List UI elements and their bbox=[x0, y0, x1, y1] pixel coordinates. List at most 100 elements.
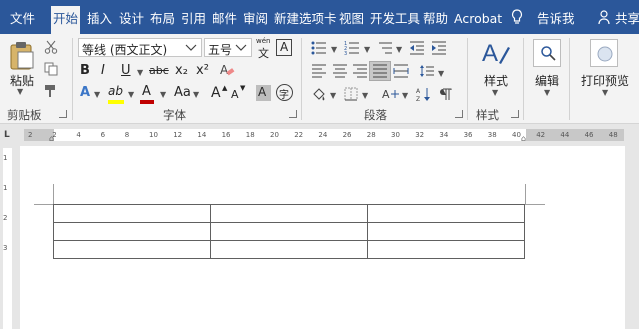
clipboard-launcher-icon[interactable] bbox=[59, 110, 67, 118]
font-size-select[interactable]: 五号 bbox=[204, 38, 252, 57]
borders-dropdown-icon[interactable]: ▼ bbox=[362, 91, 368, 100]
align-right-icon[interactable] bbox=[352, 64, 368, 81]
font-color-dropdown-icon[interactable]: ▼ bbox=[160, 90, 166, 99]
highlight-dropdown-icon[interactable]: ▼ bbox=[128, 90, 134, 99]
table-cell[interactable] bbox=[367, 204, 525, 223]
tab-layout[interactable]: 布局 bbox=[150, 6, 175, 34]
share-person-icon[interactable] bbox=[598, 9, 612, 29]
share-button[interactable]: 共享 bbox=[615, 6, 639, 34]
document-page[interactable] bbox=[20, 146, 625, 329]
clear-formatting-icon[interactable]: A bbox=[219, 62, 235, 81]
character-border-button[interactable]: A bbox=[276, 39, 292, 56]
subscript-button[interactable]: x₂ bbox=[175, 63, 188, 78]
borders-icon[interactable] bbox=[344, 87, 358, 104]
table-cell[interactable] bbox=[210, 204, 368, 223]
bullets-icon[interactable] bbox=[311, 41, 327, 58]
tab-acrobat[interactable]: Acrobat bbox=[454, 6, 502, 34]
change-case-dropdown-icon[interactable]: ▼ bbox=[193, 90, 199, 99]
styles-button[interactable]: 样式 bbox=[484, 72, 508, 89]
table-cell[interactable] bbox=[210, 222, 368, 241]
paste-dropdown-icon[interactable]: ▼ bbox=[17, 87, 23, 96]
bullets-dropdown-icon[interactable]: ▼ bbox=[331, 45, 337, 54]
italic-button[interactable]: I bbox=[101, 63, 105, 78]
tab-file[interactable]: 文件 bbox=[10, 6, 35, 34]
tab-references[interactable]: 引用 bbox=[181, 6, 206, 34]
numbering-icon[interactable]: 123 bbox=[344, 41, 360, 58]
multilevel-dropdown-icon[interactable]: ▼ bbox=[396, 45, 402, 54]
table-cell[interactable] bbox=[53, 222, 211, 241]
horizontal-ruler[interactable]: L 2 2 4 6 8 10 12 14 16 18 20 22 24 26 28 30 32 34 36 38 40 4… bbox=[0, 124, 639, 146]
highlight-button[interactable]: ab bbox=[108, 84, 123, 98]
print-preview-dropdown-icon[interactable]: ▼ bbox=[602, 88, 608, 97]
print-preview-tile[interactable] bbox=[590, 39, 618, 67]
paragraph-launcher-icon[interactable] bbox=[455, 110, 463, 118]
sort-icon[interactable]: AZ bbox=[416, 86, 432, 105]
tab-view[interactable]: 视图 bbox=[339, 6, 364, 34]
lightbulb-icon[interactable] bbox=[511, 9, 523, 29]
strikethrough-button[interactable]: abc bbox=[149, 64, 169, 77]
editing-dropdown-icon[interactable]: ▼ bbox=[544, 88, 550, 97]
tab-insert[interactable]: 插入 bbox=[87, 6, 112, 34]
align-left-icon[interactable] bbox=[311, 64, 327, 81]
vertical-ruler[interactable]: 1 1 2 3 bbox=[0, 146, 14, 329]
styles-launcher-icon[interactable] bbox=[511, 110, 519, 118]
grow-font-button[interactable]: A bbox=[211, 85, 221, 101]
text-effects-button[interactable]: A bbox=[80, 85, 90, 100]
shrink-font-button[interactable]: A bbox=[231, 88, 239, 101]
table-cell[interactable] bbox=[367, 222, 525, 241]
phonetic-guide-button[interactable]: wén 文 bbox=[255, 37, 273, 60]
underline-button[interactable]: U bbox=[121, 63, 131, 78]
styles-dropdown-icon[interactable]: ▼ bbox=[492, 88, 498, 97]
superscript-button[interactable]: x² bbox=[196, 63, 209, 78]
editing-button[interactable]: 编辑 bbox=[535, 72, 559, 89]
table-cell[interactable] bbox=[53, 240, 211, 259]
table-cell[interactable] bbox=[367, 240, 525, 259]
font-color-button[interactable]: A bbox=[142, 84, 151, 99]
line-spacing-dropdown-icon[interactable]: ▼ bbox=[438, 69, 444, 78]
font-name-select[interactable]: 等线 (西文正文) bbox=[78, 38, 202, 57]
justify-button[interactable] bbox=[369, 61, 391, 81]
tab-mailings[interactable]: 邮件 bbox=[212, 6, 237, 34]
tell-me-search[interactable]: 告诉我 bbox=[537, 6, 575, 34]
tab-home[interactable]: 开始 bbox=[51, 6, 81, 34]
align-center-icon[interactable] bbox=[332, 64, 348, 81]
styles-gallery-icon[interactable]: A bbox=[481, 39, 511, 72]
table-cell[interactable] bbox=[210, 240, 368, 259]
table-row bbox=[53, 204, 525, 223]
tab-review[interactable]: 审阅 bbox=[243, 6, 268, 34]
line-spacing-icon[interactable] bbox=[419, 64, 435, 81]
tab-developer[interactable]: 开发工具 bbox=[370, 6, 420, 34]
copy-icon[interactable] bbox=[44, 62, 58, 79]
multilevel-list-icon[interactable] bbox=[377, 41, 393, 58]
print-preview-button[interactable]: 打印预览 bbox=[581, 72, 629, 89]
left-indent-marker-icon[interactable]: ⌂ bbox=[49, 134, 54, 143]
shading-dropdown-icon[interactable]: ▼ bbox=[330, 91, 336, 100]
text-effects-dropdown-icon[interactable]: ▼ bbox=[94, 90, 100, 99]
editing-search-button[interactable] bbox=[533, 39, 561, 67]
chinese-layout-icon[interactable]: A bbox=[382, 86, 400, 105]
tab-selector-icon[interactable]: L bbox=[4, 130, 10, 140]
enclose-characters-button[interactable]: 字 bbox=[276, 84, 293, 101]
change-case-button[interactable]: Aa bbox=[174, 85, 191, 100]
decrease-indent-icon[interactable] bbox=[409, 41, 425, 58]
paste-icon[interactable] bbox=[9, 40, 35, 73]
show-marks-icon[interactable] bbox=[440, 87, 454, 104]
right-indent-marker-icon[interactable]: ⌂ bbox=[521, 134, 526, 143]
styles-group-label: 样式 bbox=[476, 108, 499, 122]
bold-button[interactable]: B bbox=[80, 63, 90, 78]
underline-dropdown-icon[interactable]: ▼ bbox=[137, 68, 143, 77]
document-table[interactable] bbox=[53, 204, 525, 259]
increase-indent-icon[interactable] bbox=[431, 41, 447, 58]
distributed-icon[interactable] bbox=[393, 64, 409, 81]
table-cell[interactable] bbox=[53, 204, 211, 223]
numbering-dropdown-icon[interactable]: ▼ bbox=[364, 45, 370, 54]
tab-design[interactable]: 设计 bbox=[119, 6, 144, 34]
format-painter-icon[interactable] bbox=[44, 84, 58, 101]
tab-help[interactable]: 帮助 bbox=[423, 6, 448, 34]
chinese-layout-dropdown-icon[interactable]: ▼ bbox=[402, 91, 408, 100]
cut-icon[interactable] bbox=[44, 40, 58, 57]
font-launcher-icon[interactable] bbox=[289, 110, 297, 118]
character-shading-button[interactable]: A bbox=[256, 85, 271, 101]
tab-new-tab[interactable]: 新建选项卡 bbox=[274, 6, 337, 34]
shading-icon[interactable] bbox=[311, 86, 327, 105]
